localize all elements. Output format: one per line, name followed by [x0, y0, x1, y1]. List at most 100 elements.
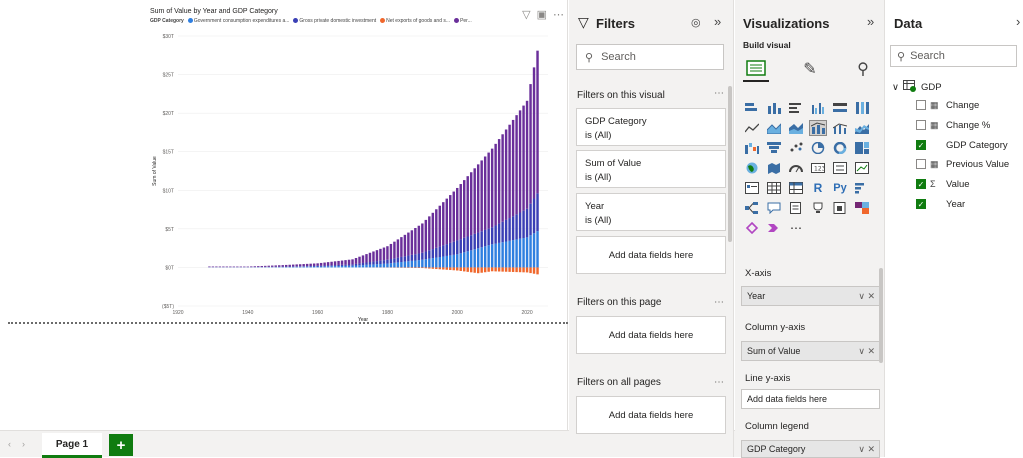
viz-scrollbar[interactable] — [879, 268, 883, 363]
field-previous-value[interactable]: ▦ Previous Value — [916, 157, 1009, 171]
add-page-filter-drop[interactable]: Add data fields here — [576, 316, 726, 354]
legend-item-1[interactable]: Gross private domestic investment — [293, 18, 376, 24]
table-icon[interactable] — [765, 180, 783, 196]
report-canvas[interactable]: Sum of Value by Year and GDP Category GD… — [0, 0, 568, 430]
field-change-pct[interactable]: ▦ Change % — [916, 118, 990, 132]
decomposition-tree-icon[interactable] — [743, 200, 761, 216]
python-visual-icon[interactable]: Py — [831, 180, 849, 196]
filter-card-gdp-category[interactable]: GDP Category is (All) — [576, 108, 726, 146]
bar-segment — [299, 264, 301, 266]
bar-segment — [330, 266, 332, 267]
xaxis-well-field[interactable]: Year ∨ ✕ — [741, 286, 880, 306]
funnel-icon[interactable] — [765, 140, 783, 156]
100-stacked-column-icon[interactable] — [853, 100, 871, 116]
paginated-report-icon[interactable] — [831, 200, 849, 216]
100-stacked-bar-icon[interactable] — [831, 100, 849, 116]
card-icon[interactable]: 123 — [809, 160, 827, 176]
bar-segment — [505, 129, 507, 219]
data-search-input[interactable]: ⚲ Search — [890, 45, 1017, 67]
stacked-column-icon[interactable] — [765, 100, 783, 116]
clustered-column-icon[interactable] — [809, 100, 827, 116]
table-node-gdp[interactable]: ∨ GDP — [892, 80, 942, 94]
filled-map-icon[interactable] — [765, 160, 783, 176]
area-chart-icon[interactable] — [765, 120, 783, 136]
kpi-icon[interactable] — [853, 160, 871, 176]
field-checkbox[interactable] — [916, 159, 926, 169]
goals-trophy-icon[interactable] — [809, 200, 827, 216]
chevron-visual-icon[interactable] — [765, 220, 783, 236]
field-gdp-category[interactable]: ✓ GDP Category — [916, 138, 1008, 152]
tab-page-1[interactable]: Page 1 — [42, 433, 102, 458]
slicer-icon[interactable] — [743, 180, 761, 196]
clustered-bar-icon[interactable] — [787, 100, 805, 116]
filters-search-input[interactable]: ⚲ Search — [576, 44, 724, 70]
chevron-down-close-icon[interactable]: ∨ ✕ — [858, 346, 875, 357]
power-apps-icon[interactable] — [853, 200, 871, 216]
add-visual-filter-drop[interactable]: Add data fields here — [576, 236, 726, 274]
ribbon-chart-icon[interactable] — [853, 120, 871, 136]
line-y-well-drop[interactable]: Add data fields here — [741, 389, 880, 409]
collapse-filters-icon[interactable]: » — [714, 14, 721, 29]
filters-scrollbar[interactable] — [728, 86, 732, 242]
field-checkbox[interactable] — [916, 120, 926, 130]
field-value[interactable]: ✓ Σ Value — [916, 177, 970, 191]
line-and-clustered-column-icon[interactable] — [831, 120, 849, 136]
prev-page-icon[interactable]: ‹ — [8, 439, 11, 449]
smart-narrative-icon[interactable] — [787, 200, 805, 216]
more-options-icon[interactable]: ⋯ — [714, 88, 724, 99]
field-checkbox-checked[interactable]: ✓ — [916, 199, 926, 209]
chevron-down-close-icon[interactable]: ∨ ✕ — [858, 444, 875, 455]
bar-segment — [337, 261, 339, 265]
stacked-bar-icon[interactable] — [743, 100, 761, 116]
field-checkbox-checked[interactable]: ✓ — [916, 140, 926, 150]
calculator-icon: ▦ — [930, 159, 942, 170]
more-options-icon[interactable]: ⋯ — [553, 8, 564, 21]
collapse-data-icon[interactable]: › — [1016, 14, 1020, 29]
column-legend-well-field[interactable]: GDP Category ∨ ✕ — [741, 440, 880, 458]
donut-chart-icon[interactable] — [831, 140, 849, 156]
legend-item-3[interactable]: Per... — [454, 18, 472, 24]
scatter-chart-icon[interactable] — [787, 140, 805, 156]
more-options-icon[interactable]: ⋯ — [714, 377, 724, 388]
analytics-icon[interactable]: ⚲ — [850, 56, 876, 82]
more-options-icon[interactable]: ⋯ — [714, 297, 724, 308]
line-and-stacked-column-icon[interactable] — [809, 120, 827, 136]
focus-mode-icon[interactable]: ▣ — [537, 8, 547, 21]
field-checkbox-checked[interactable]: ✓ — [916, 179, 926, 189]
power-automate-icon[interactable] — [743, 220, 761, 236]
field-change[interactable]: ▦ Change — [916, 98, 979, 112]
bar-segment — [323, 263, 325, 266]
legend-item-2[interactable]: Net exports of goods and s... — [380, 18, 450, 24]
legend-item-0[interactable]: Government consumption expenditures a... — [188, 18, 290, 24]
gauge-icon[interactable] — [787, 160, 805, 176]
format-visual-icon[interactable]: ✎ — [797, 56, 823, 82]
next-page-icon[interactable]: › — [22, 439, 25, 449]
field-year[interactable]: ✓ Year — [916, 197, 965, 211]
pie-chart-icon[interactable] — [809, 140, 827, 156]
filter-card-sum-of-value[interactable]: Sum of Value is (All) — [576, 150, 726, 188]
filter-icon[interactable]: ▽ — [522, 8, 530, 21]
column-y-well-field[interactable]: Sum of Value ∨ ✕ — [741, 341, 880, 361]
more-visuals-icon[interactable]: ⋯ — [787, 220, 805, 236]
multi-row-card-icon[interactable] — [831, 160, 849, 176]
chevron-down-icon[interactable]: ∨ — [892, 82, 899, 93]
r-visual-icon[interactable]: R — [809, 180, 827, 196]
chevron-down-close-icon[interactable]: ∨ ✕ — [858, 291, 875, 302]
stacked-column-visual[interactable]: Sum of Value by Year and GDP Category GD… — [148, 8, 568, 324]
map-icon[interactable] — [743, 160, 761, 176]
build-visual-tab-icon[interactable] — [743, 56, 769, 82]
stacked-area-icon[interactable] — [787, 120, 805, 136]
treemap-icon[interactable] — [853, 140, 871, 156]
line-chart-icon[interactable] — [743, 120, 761, 136]
add-page-button[interactable]: + — [109, 434, 133, 456]
add-report-filter-drop[interactable]: Add data fields here — [576, 396, 726, 434]
waterfall-icon[interactable] — [743, 140, 761, 156]
qa-icon[interactable] — [765, 200, 783, 216]
collapse-viz-icon[interactable]: » — [867, 14, 874, 29]
eye-icon[interactable]: ◎ — [691, 16, 701, 29]
field-checkbox[interactable] — [916, 100, 926, 110]
matrix-icon[interactable] — [787, 180, 805, 196]
key-influencers-icon[interactable] — [853, 180, 871, 196]
filter-card-year[interactable]: Year is (All) — [576, 193, 726, 231]
field-label: Previous Value — [946, 159, 1009, 170]
